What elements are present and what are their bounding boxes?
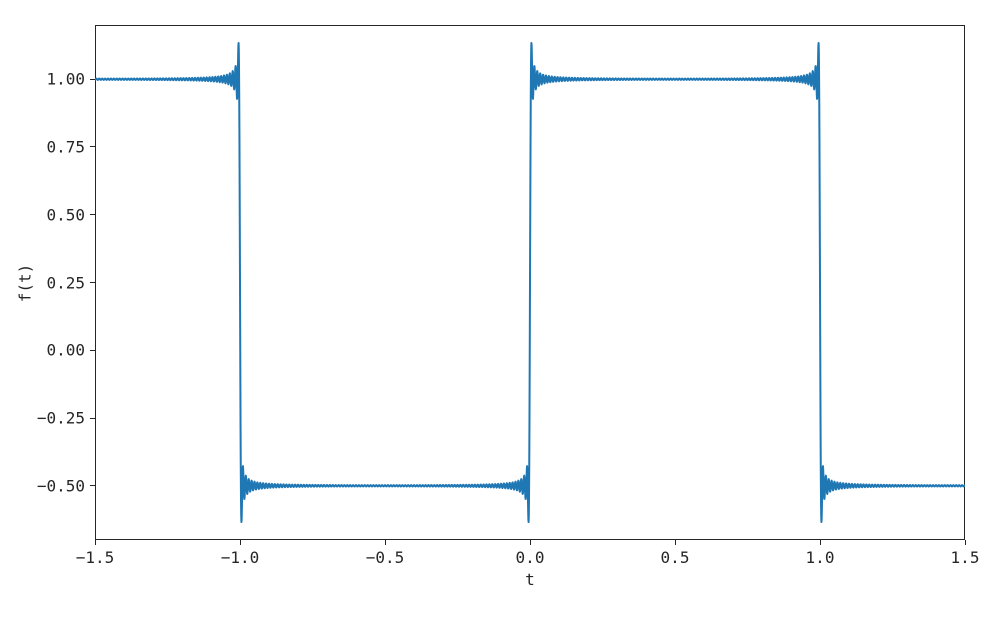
y-tick-label: 0.50 xyxy=(46,205,85,224)
x-tick-label: −0.5 xyxy=(366,548,405,567)
x-tick-label: 1.0 xyxy=(806,548,835,567)
y-axis-label: f(t) xyxy=(16,263,35,302)
y-tick-label: 0.25 xyxy=(46,273,85,292)
figure: −1.5 −1.0 −0.5 0.0 0.5 1.0 1.5 −0.50 −0.25 0.00 0.… xyxy=(0,0,1000,625)
y-tick xyxy=(90,282,95,283)
x-tick xyxy=(820,540,821,545)
x-tick-label: 1.5 xyxy=(951,548,980,567)
x-axis-label: t xyxy=(525,570,535,589)
y-tick-label: 1.00 xyxy=(46,70,85,89)
x-tick xyxy=(675,540,676,545)
x-tick xyxy=(385,540,386,545)
x-tick xyxy=(240,540,241,545)
y-tick xyxy=(90,79,95,80)
y-tick-label: 0.00 xyxy=(46,341,85,360)
x-tick xyxy=(965,540,966,545)
x-tick-label: 0.0 xyxy=(516,548,545,567)
y-tick xyxy=(90,214,95,215)
y-tick xyxy=(90,350,95,351)
x-tick-label: 0.5 xyxy=(661,548,690,567)
y-tick xyxy=(90,418,95,419)
y-tick xyxy=(90,485,95,486)
y-tick-label: −0.25 xyxy=(37,409,85,428)
x-tick-label: −1.0 xyxy=(221,548,260,567)
x-tick xyxy=(530,540,531,545)
y-tick xyxy=(90,146,95,147)
line-plot xyxy=(0,0,1000,625)
series-line xyxy=(95,43,965,522)
y-tick-label: 0.75 xyxy=(46,137,85,156)
x-tick-label: −1.5 xyxy=(76,548,115,567)
y-tick-label: −0.50 xyxy=(37,476,85,495)
x-tick xyxy=(95,540,96,545)
